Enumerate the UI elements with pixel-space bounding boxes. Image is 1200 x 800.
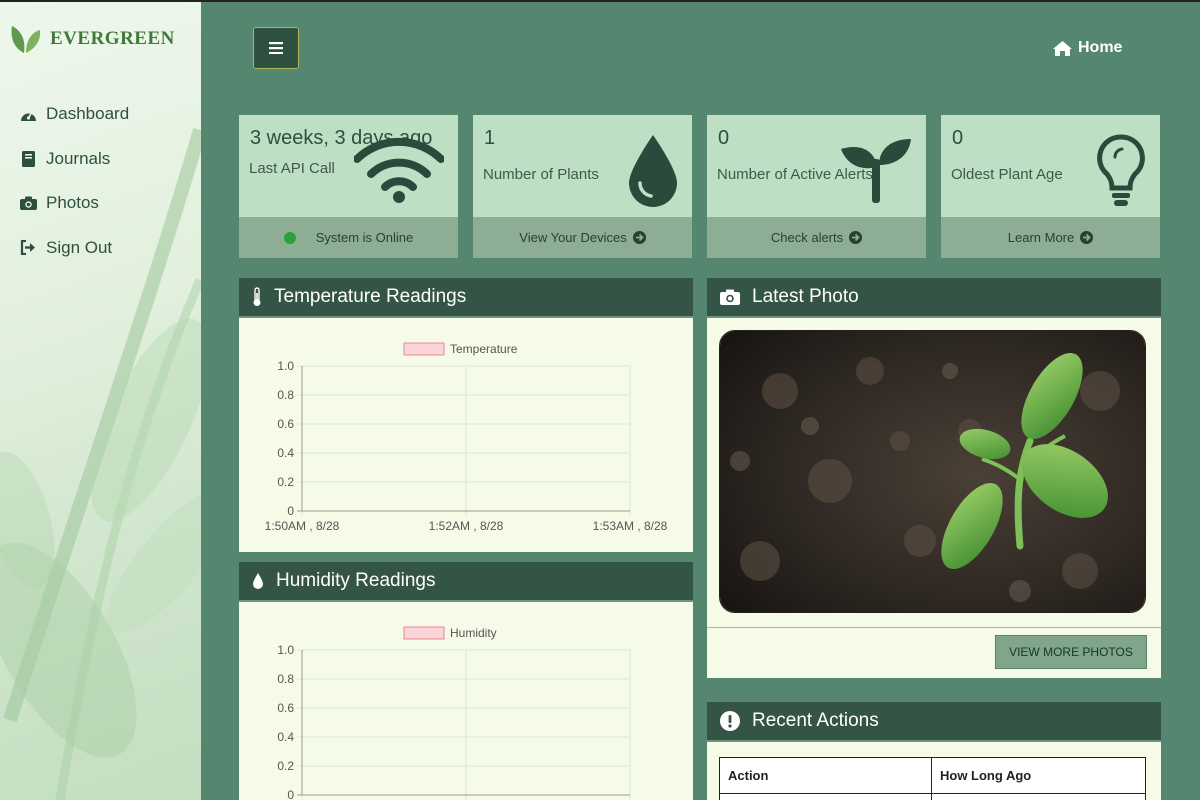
menu-toggle-button[interactable] bbox=[253, 27, 299, 69]
column-header-action: Action bbox=[719, 757, 932, 794]
y-tick-label: 1.0 bbox=[277, 643, 294, 657]
sidebar-item-label: Dashboard bbox=[46, 104, 130, 124]
card-label: Number of Plants bbox=[483, 166, 599, 183]
exclamation-circle-icon bbox=[720, 711, 740, 731]
x-tick-label: 1:50AM , 8/28 bbox=[265, 519, 340, 533]
brand-logo[interactable]: EVERGREEN bbox=[10, 24, 175, 54]
book-icon bbox=[20, 150, 37, 167]
sidebar-nav: Dashboard Journals Photos Sign Out bbox=[20, 92, 129, 270]
card-value: 0 bbox=[952, 127, 964, 149]
temperature-chart: Temperature 0 0.2 0.4 0.6 0.8 1.0 1:50AM , 8/28… bbox=[265, 342, 668, 533]
sign-out-icon bbox=[20, 239, 37, 256]
y-tick-label: 0.2 bbox=[277, 759, 294, 773]
y-tick-label: 0.6 bbox=[277, 701, 294, 715]
humidity-chart: Humidity 0 0.2 0.4 0.6 0.8 1.0 bbox=[277, 626, 631, 800]
sidebar-item-sign-out[interactable]: Sign Out bbox=[20, 226, 129, 271]
sidebar-item-label: Journals bbox=[46, 148, 111, 168]
arrow-circle-right-icon bbox=[1080, 231, 1094, 244]
status-text: System is Online bbox=[315, 230, 414, 245]
sidebar-item-journals[interactable]: Journals bbox=[20, 137, 129, 182]
card-oldest-plant-age: 0 Oldest Plant Age Learn More bbox=[941, 115, 1160, 258]
card-number-of-plants: 1 Number of Plants View Your Devices bbox=[473, 115, 692, 258]
card-value: 1 bbox=[484, 127, 496, 149]
status-online-dot bbox=[283, 231, 296, 244]
legend-swatch bbox=[403, 626, 445, 640]
panel-header: Temperature Readings bbox=[239, 278, 693, 318]
card-last-api-call: 3 weeks, 3 days ago Last API Call System… bbox=[239, 115, 458, 258]
panel-header: Humidity Readings bbox=[239, 562, 693, 602]
photo-footer-divider bbox=[707, 627, 1161, 628]
y-tick-label: 1.0 bbox=[277, 359, 294, 373]
card-value: 0 bbox=[718, 127, 730, 149]
check-alerts-link[interactable]: Check alerts bbox=[707, 217, 926, 258]
home-link[interactable]: Home bbox=[1053, 39, 1122, 57]
legend-swatch bbox=[403, 342, 445, 356]
latest-photo-panel: Latest Photo VIEW MORE PHOTOS bbox=[707, 278, 1161, 678]
view-devices-link[interactable]: View Your Devices bbox=[473, 217, 692, 258]
hamburger-icon bbox=[269, 42, 283, 54]
y-tick-label: 0.4 bbox=[277, 446, 294, 460]
y-tick-label: 0.8 bbox=[277, 388, 294, 402]
panel-title: Latest Photo bbox=[752, 286, 859, 307]
footer-label: Check alerts bbox=[770, 230, 844, 245]
y-tick-label: 0 bbox=[287, 788, 294, 800]
card-active-alerts: 0 Number of Active Alerts Check alerts bbox=[707, 115, 926, 258]
temperature-panel: Temperature Readings Temperature 0 0.2 0.4 0… bbox=[239, 278, 693, 552]
x-tick-label: 1:53AM , 8/28 bbox=[593, 519, 668, 533]
seedling-icon bbox=[841, 139, 911, 203]
humidity-panel: Humidity Readings Humidity 0 0.2 0.4 0.6 0.8 1… bbox=[239, 562, 693, 800]
legend-label: Humidity bbox=[450, 626, 497, 640]
camera-icon bbox=[720, 289, 740, 305]
panel-title: Recent Actions bbox=[752, 710, 879, 731]
arrow-circle-right-icon bbox=[632, 231, 646, 244]
seedling-photo-image bbox=[720, 331, 1145, 612]
x-tick-label: 1:52AM , 8/28 bbox=[429, 519, 504, 533]
panel-title: Humidity Readings bbox=[276, 570, 436, 591]
recent-actions-table: Action How Long Ago bbox=[719, 757, 1146, 800]
leaf-logo-icon bbox=[11, 26, 41, 53]
legend-label: Temperature bbox=[450, 342, 518, 356]
learn-more-link[interactable]: Learn More bbox=[941, 217, 1160, 258]
footer-label: View Your Devices bbox=[519, 230, 627, 245]
panel-header: Recent Actions bbox=[707, 702, 1161, 742]
thermometer-icon bbox=[253, 287, 261, 306]
panel-header: Latest Photo bbox=[707, 278, 1161, 318]
panel-title: Temperature Readings bbox=[274, 286, 467, 307]
sidebar-item-label: Photos bbox=[46, 193, 99, 213]
y-tick-label: 0.2 bbox=[277, 475, 294, 489]
table-cell bbox=[719, 793, 932, 800]
card-label: Last API Call bbox=[249, 160, 335, 177]
sidebar-item-label: Sign Out bbox=[46, 237, 113, 257]
arrow-circle-right-icon bbox=[849, 231, 863, 244]
plant-photo[interactable] bbox=[719, 330, 1146, 613]
sidebar-item-dashboard[interactable]: Dashboard bbox=[20, 92, 129, 137]
y-tick-label: 0.6 bbox=[277, 417, 294, 431]
water-drop-icon bbox=[253, 573, 263, 589]
sidebar: EVERGREEN Dashboard Journals Photos Sign… bbox=[0, 0, 201, 800]
column-header-how-long-ago: How Long Ago bbox=[931, 757, 1146, 794]
view-more-photos-button[interactable]: VIEW MORE PHOTOS bbox=[995, 635, 1147, 669]
home-label: Home bbox=[1078, 39, 1123, 56]
top-border bbox=[0, 0, 1200, 2]
lightbulb-icon bbox=[1097, 134, 1145, 206]
card-value: 3 weeks, 3 days ago bbox=[250, 127, 433, 149]
table-cell bbox=[931, 793, 1146, 800]
footer-label: Learn More bbox=[1007, 230, 1075, 245]
recent-actions-panel: Recent Actions Action How Long Ago bbox=[707, 702, 1161, 800]
y-tick-label: 0.4 bbox=[277, 730, 294, 744]
dashboard-icon bbox=[20, 106, 37, 123]
y-tick-label: 0 bbox=[287, 504, 294, 518]
brand-name: EVERGREEN bbox=[50, 28, 175, 49]
status-footer: System is Online bbox=[239, 217, 458, 258]
camera-icon bbox=[20, 195, 37, 212]
y-tick-label: 0.8 bbox=[277, 672, 294, 686]
card-label: Oldest Plant Age bbox=[951, 166, 1063, 183]
home-icon bbox=[1053, 40, 1072, 56]
sidebar-item-photos[interactable]: Photos bbox=[20, 181, 129, 226]
water-drop-icon bbox=[629, 135, 677, 207]
